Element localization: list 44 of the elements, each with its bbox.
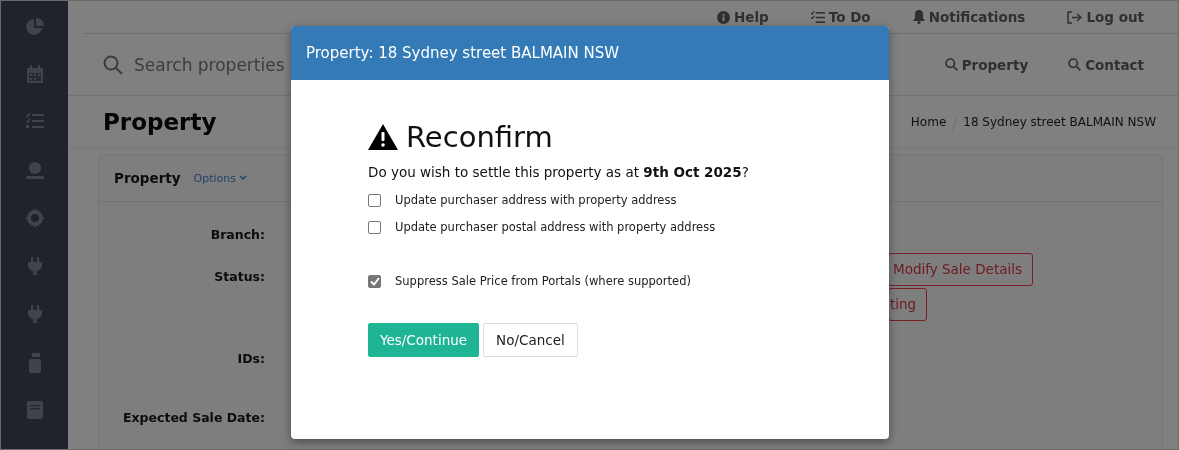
checkbox[interactable] <box>368 220 381 234</box>
field-label: Expected Sale Date: <box>122 410 265 425</box>
book-icon[interactable] <box>26 401 43 419</box>
breadcrumb-link[interactable]: Home <box>910 114 947 130</box>
modal-title: Property: 18 Sydney street BALMAIN NSW <box>306 44 620 62</box>
checklist-icon[interactable] <box>25 113 44 129</box>
continue-button[interactable]: Yes/Continue <box>368 323 480 357</box>
pie-chart-icon[interactable] <box>24 17 45 37</box>
page-title: Property <box>103 109 217 135</box>
plug-icon[interactable] <box>27 305 42 323</box>
chevron-down-icon <box>239 175 247 181</box>
field-label: IDs: <box>236 351 265 366</box>
settings-icon[interactable] <box>25 209 44 227</box>
search-scope-link[interactable]: Property <box>944 56 1029 73</box>
plug-icon[interactable] <box>27 257 42 275</box>
nav-link[interactable]: To Do <box>810 9 871 25</box>
search-field[interactable]: Search properties <box>103 54 285 75</box>
search-icon <box>103 54 123 75</box>
cancel-button[interactable]: No/Cancel <box>483 323 578 357</box>
calendar-icon[interactable] <box>26 65 43 83</box>
checkbox[interactable] <box>368 274 381 288</box>
field-label: Status: <box>213 269 265 284</box>
nav-link[interactable]: Help <box>717 9 769 25</box>
search-icon <box>944 58 958 71</box>
options-dropdown[interactable]: Options <box>193 171 247 185</box>
checkbox[interactable] <box>368 193 381 207</box>
nav-link[interactable]: Log out <box>1067 9 1144 25</box>
search-scope-link[interactable]: Contact <box>1068 56 1144 73</box>
checklist-icon <box>810 10 825 24</box>
field-label: Branch: <box>209 227 265 242</box>
search-icon <box>1068 58 1082 71</box>
breadcrumb-link[interactable]: 18 Sydney street BALMAIN NSW <box>963 114 1156 130</box>
nav-link[interactable]: Notifications <box>912 9 1026 25</box>
checkbox-label: Update purchaser address with property address <box>395 193 677 207</box>
card-title: Property <box>114 170 181 186</box>
warning-icon <box>368 124 398 150</box>
logout-icon <box>1067 10 1083 24</box>
confirm-question: Do you wish to settle this property as at 9th Oct 2025? <box>368 164 750 180</box>
dialog-heading: Reconfirm <box>406 120 553 154</box>
bell-icon <box>912 10 925 24</box>
checkbox-label: Update purchaser postal address with property address <box>395 220 716 234</box>
bottle-icon[interactable] <box>27 353 42 373</box>
help-icon <box>717 10 730 24</box>
checkbox-label: Suppress Sale Price from Portals (where supported) <box>395 274 691 288</box>
